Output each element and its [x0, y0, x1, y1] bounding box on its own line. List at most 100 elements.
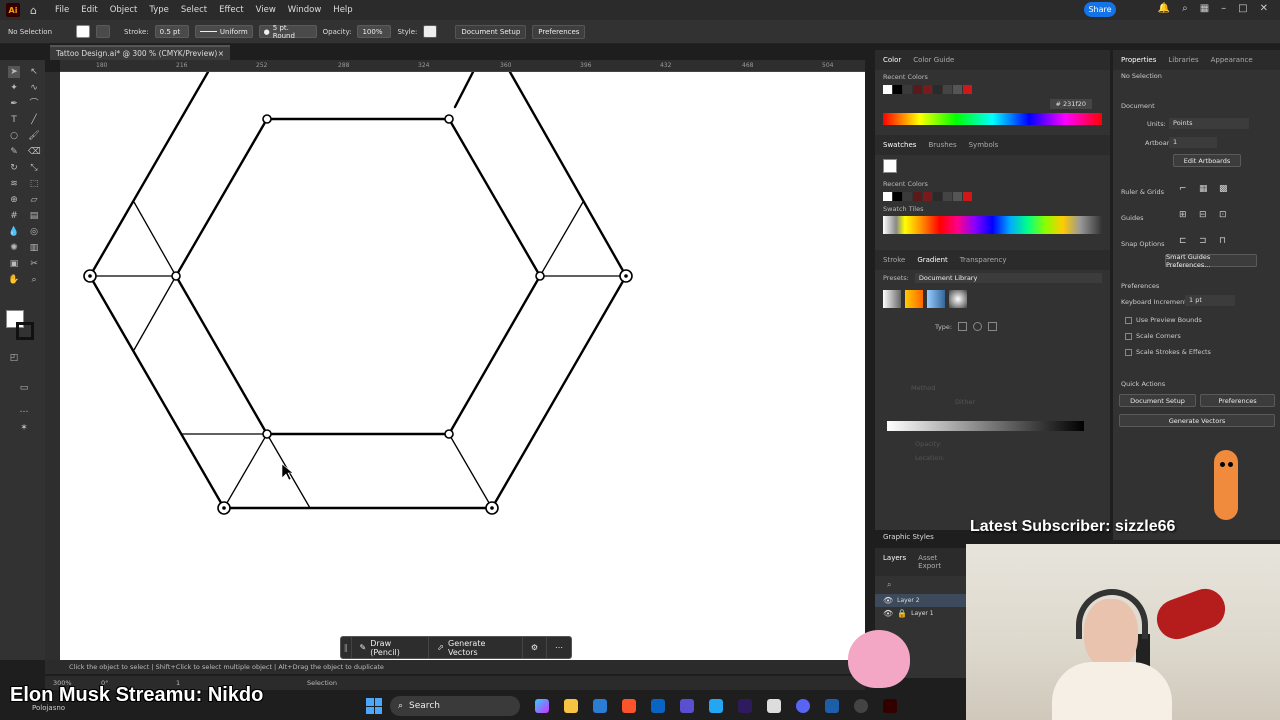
menu-window[interactable]: Window	[282, 5, 328, 15]
slice-tool-icon[interactable]: ✂	[28, 258, 40, 270]
more-options-icon[interactable]: ⋯	[546, 637, 571, 658]
lock-guides-icon[interactable]: ⊟	[1199, 210, 1207, 220]
hex-field[interactable]: # 231f20	[1049, 99, 1092, 109]
color-swatch[interactable]	[883, 85, 892, 94]
warp-tool-icon[interactable]: ≋	[8, 178, 20, 190]
brush-definition[interactable]: ● 5 pt. Round	[258, 24, 317, 40]
magic-wand-icon[interactable]: ✦	[8, 82, 20, 94]
transparency-grid-icon[interactable]: ▩	[1219, 184, 1228, 194]
drag-handle-icon[interactable]: ‖	[341, 643, 351, 652]
color-swatch[interactable]	[933, 192, 942, 201]
obs-icon[interactable]	[854, 699, 868, 713]
stroke-weight-field[interactable]: 0.5 pt	[154, 25, 189, 38]
swatch-grid[interactable]	[883, 216, 1102, 234]
smart-guides-preferences-button[interactable]: Smart Guides Preferences...	[1165, 253, 1257, 269]
gradient-preset[interactable]	[927, 290, 945, 308]
selection-tool-icon[interactable]: ➤	[8, 66, 20, 78]
close-tab-icon[interactable]: ×	[218, 49, 224, 58]
tab-gradient[interactable]: Gradient	[917, 256, 947, 264]
search-icon[interactable]: ⌕	[1182, 3, 1188, 14]
column-graph-icon[interactable]: ▥	[28, 242, 40, 254]
tab-transparency[interactable]: Transparency	[960, 256, 1007, 264]
tab-asset-export[interactable]: Asset Export	[918, 554, 962, 570]
vscode-icon[interactable]	[709, 699, 723, 713]
eye-icon[interactable]: 👁	[883, 596, 893, 605]
gradient-preset[interactable]	[905, 290, 923, 308]
scale-tool-icon[interactable]: ⤡	[28, 162, 40, 174]
tab-appearance[interactable]: Appearance	[1211, 56, 1253, 64]
use-preview-bounds-checkbox[interactable]: Use Preview Bounds	[1125, 316, 1202, 324]
opacity-field[interactable]: 100%	[357, 25, 392, 38]
color-swatch[interactable]	[923, 192, 932, 201]
smart-guides-icon[interactable]: ⊡	[1219, 210, 1227, 220]
color-swatch[interactable]	[893, 192, 902, 201]
document-tab[interactable]: Tattoo Design.ai* @ 300 % (CMYK/Preview)…	[50, 45, 230, 60]
menu-select[interactable]: Select	[175, 5, 213, 15]
draw-pencil-button[interactable]: ✎ Draw (Pencil)	[350, 637, 429, 658]
store-icon[interactable]	[593, 699, 607, 713]
none-swatch-icon[interactable]	[883, 159, 897, 173]
windows-start-icon[interactable]	[366, 698, 382, 714]
snap-point-icon[interactable]: ⊏	[1179, 236, 1187, 246]
ruler-icon[interactable]: ⌐	[1179, 184, 1187, 194]
stroke-swatch[interactable]	[96, 25, 110, 38]
rotate-tool-icon[interactable]: ↻	[8, 162, 20, 174]
perspective-grid-icon[interactable]: ▱	[28, 194, 40, 206]
color-spectrum[interactable]	[883, 113, 1102, 125]
color-swatch[interactable]	[913, 192, 922, 201]
curvature-tool-icon[interactable]: ⌒	[28, 98, 40, 110]
linear-gradient-icon[interactable]	[958, 322, 968, 331]
share-button[interactable]: Share	[1084, 2, 1116, 17]
artboard-canvas[interactable]	[60, 72, 865, 660]
minimize-icon[interactable]: –	[1221, 3, 1226, 14]
quick-preferences-button[interactable]: Preferences	[1200, 394, 1275, 407]
menu-effect[interactable]: Effect	[213, 5, 249, 15]
outlook-icon[interactable]	[651, 699, 665, 713]
generate-vectors-button[interactable]: Generate Vectors	[1119, 414, 1275, 427]
layer-row[interactable]: 👁 Layer 2	[875, 594, 970, 607]
snap-grid-icon[interactable]: ⊐	[1199, 236, 1207, 246]
arrange-icon[interactable]: ▦	[1200, 3, 1209, 14]
layer-row[interactable]: 👁 🔒 Layer 1	[875, 607, 970, 620]
hand-tool-icon[interactable]: ✋	[8, 274, 20, 286]
shape-builder-icon[interactable]: ⊕	[8, 194, 20, 206]
artboard-tool-icon[interactable]: ▣	[8, 258, 20, 270]
freeform-gradient-icon[interactable]	[988, 322, 998, 331]
app-icon[interactable]	[680, 699, 694, 713]
color-swatch[interactable]	[953, 192, 962, 201]
tab-color-guide[interactable]: Color Guide	[913, 56, 954, 64]
menu-edit[interactable]: Edit	[75, 5, 103, 15]
variable-width-profile[interactable]: Uniform	[194, 25, 253, 38]
menu-help[interactable]: Help	[327, 5, 358, 15]
color-swatch[interactable]	[963, 192, 972, 201]
tab-stroke[interactable]: Stroke	[883, 256, 905, 264]
color-swatch[interactable]	[883, 192, 892, 201]
symbol-sprayer-icon[interactable]: ✺	[8, 242, 20, 254]
eye-icon[interactable]: 👁	[883, 609, 893, 618]
fill-swatch[interactable]	[76, 25, 90, 38]
keyboard-increment-field[interactable]: 1 pt	[1185, 295, 1235, 306]
more-tools-icon[interactable]: …	[18, 404, 30, 416]
hexagon-artwork[interactable]	[60, 72, 865, 660]
ellipse-tool-icon[interactable]: ○	[8, 130, 20, 142]
tab-color[interactable]: Color	[883, 56, 901, 64]
file-explorer-icon[interactable]	[564, 699, 578, 713]
blend-tool-icon[interactable]: ◎	[28, 226, 40, 238]
zoom-tool-icon[interactable]: ⌕	[28, 274, 40, 286]
color-swatch[interactable]	[903, 192, 912, 201]
paintbrush-icon[interactable]: 🖌	[28, 130, 40, 142]
grid-icon[interactable]: ▦	[1199, 184, 1208, 194]
layers-search-icon[interactable]: ⌕	[875, 576, 970, 594]
copilot-icon[interactable]	[535, 699, 549, 713]
tab-layers[interactable]: Layers	[883, 554, 906, 570]
artboard-dropdown[interactable]: 1	[1169, 137, 1217, 148]
eraser-icon[interactable]: ⌫	[28, 146, 41, 158]
close-icon[interactable]: ✕	[1260, 3, 1268, 14]
color-swatch[interactable]	[933, 85, 942, 94]
scale-corners-checkbox[interactable]: Scale Corners	[1125, 332, 1181, 340]
home-icon[interactable]: ⌂	[30, 4, 37, 17]
menu-object[interactable]: Object	[104, 5, 144, 15]
color-swatch[interactable]	[963, 85, 972, 94]
shaper-tool-icon[interactable]: ✎	[8, 146, 20, 158]
after-effects-icon[interactable]	[738, 699, 752, 713]
